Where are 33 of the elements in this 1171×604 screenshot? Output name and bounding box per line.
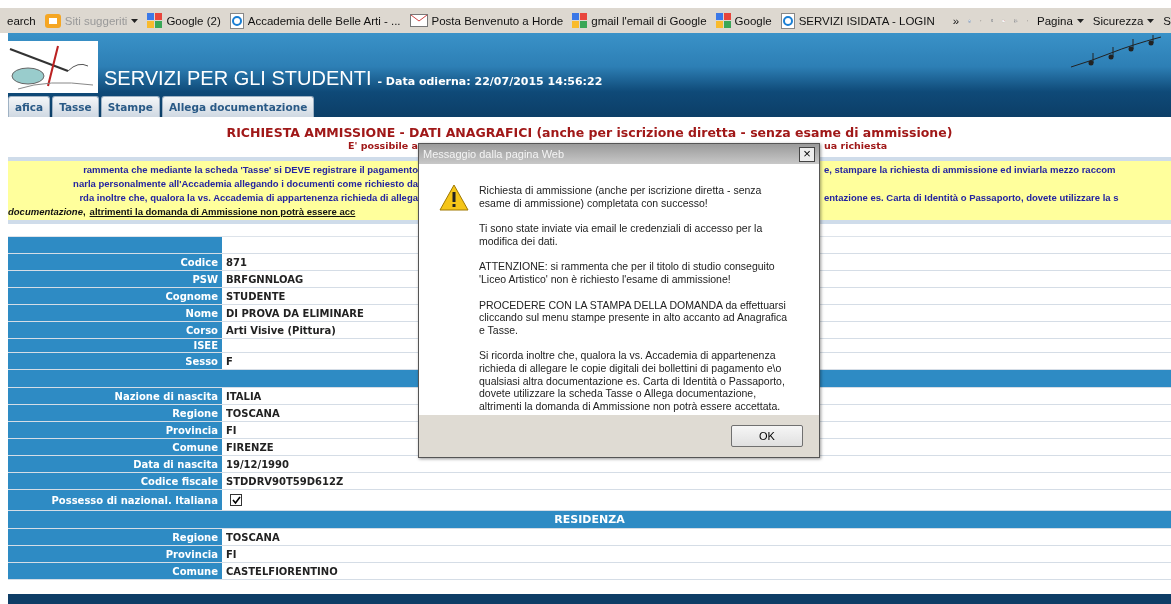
field-label: Cognome xyxy=(8,288,222,304)
dialog-message: Richiesta di ammissione (anche per iscrizione diretta - senza esame di ammissione) completata con successo! xyxy=(479,184,763,210)
notice-text: e, stampare la richiesta di ammissione ed inviarla mezzo raccom xyxy=(824,164,1116,175)
field-label: Provincia xyxy=(8,546,222,562)
current-date: - Data odierna: 22/07/2015 14:56:22 xyxy=(377,75,603,88)
subtitle-text: E' possibile a xyxy=(347,140,418,151)
field-label: Comune xyxy=(8,563,222,579)
field-label: Codice fiscale xyxy=(8,473,222,489)
field-label: Provincia xyxy=(8,422,222,438)
field-label: Sesso xyxy=(8,353,222,369)
notice-text: rda inoltre che, qualora la vs. Accademia di appartenenza richieda di allega xyxy=(79,192,418,203)
field-label: PSW xyxy=(8,271,222,287)
field-label: ISEE xyxy=(8,339,222,352)
subtitle-text: ua richiesta xyxy=(824,140,889,151)
field-label: Corso xyxy=(8,322,222,338)
header-title: SERVIZI PER GLI STUDENTI xyxy=(104,67,372,90)
page-title: RICHIESTA AMMISSIONE - DATI ANAGRAFICI (anche per iscrizione diretta - senza esame di ammissione) xyxy=(225,125,954,140)
field-label: Possesso di nazional. Italiana xyxy=(8,490,222,510)
field-label: Codice xyxy=(8,254,222,270)
notice-text: rammenta che mediante la scheda 'Tasse' si DEVE registrare il pagamento xyxy=(83,164,418,175)
dialog-message: Ti sono state inviate via email le credenziali di accesso per la modifica dei dati. xyxy=(479,222,764,248)
notice-text: documentazione xyxy=(8,206,83,217)
field-label: Nome xyxy=(8,305,222,321)
field-label: Comune xyxy=(8,439,222,455)
notice-text: , xyxy=(82,206,86,217)
field-label: Data di nascita xyxy=(8,456,222,472)
notice-text: narla personalmente all'Accademia allegando i documenti come richiesto da xyxy=(73,178,418,189)
notice-text: entazione es. Carta di Identità o Passaporto, dovete utilizzare la s xyxy=(824,192,1119,203)
field-label: Regione xyxy=(8,529,222,545)
section-bar: RESIDENZA xyxy=(8,511,1171,529)
field-label: Regione xyxy=(8,405,222,421)
field-label: Nazione di nascita xyxy=(8,388,222,404)
dialog-title: Messaggio dalla pagina Web xyxy=(423,148,565,160)
